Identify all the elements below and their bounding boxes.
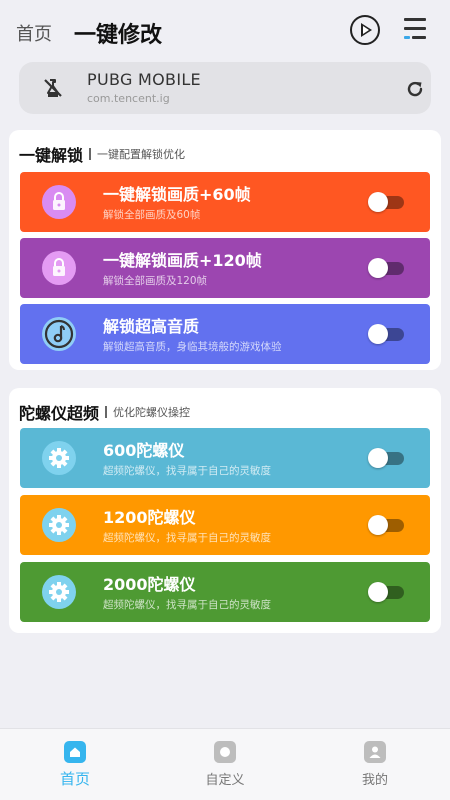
back-home-link[interactable]: 首页 bbox=[16, 20, 52, 46]
toggle-switch[interactable] bbox=[368, 448, 406, 468]
no-network-icon bbox=[44, 79, 62, 97]
gyroscope-section: 陀螺仪超频 优化陀螺仪操控 600陀螺仪 超频陀螺仪，找寻属于自己的灵敏度 120… bbox=[9, 388, 441, 633]
app-card[interactable]: PUBG MOBILE com.tencent.ig bbox=[19, 62, 431, 114]
row-title: 解锁超高音质 bbox=[103, 317, 200, 336]
lock-icon bbox=[42, 185, 76, 219]
section-header: 陀螺仪超频 优化陀螺仪操控 bbox=[19, 400, 191, 423]
profile-icon bbox=[364, 741, 386, 763]
gear-icon bbox=[42, 441, 76, 475]
section-header: 一键解锁 一键配置解锁优化 bbox=[19, 142, 186, 165]
top-bar: 首页 一键修改 bbox=[0, 0, 450, 62]
nav-custom[interactable]: 自定义 bbox=[185, 741, 265, 797]
row-subtitle: 超频陀螺仪，找寻属于自己的灵敏度 bbox=[103, 465, 271, 477]
row-title: 600陀螺仪 bbox=[103, 441, 185, 460]
toggle-switch[interactable] bbox=[368, 192, 406, 212]
toggle-switch[interactable] bbox=[368, 515, 406, 535]
row-gyro-2000[interactable]: 2000陀螺仪 超频陀螺仪，找寻属于自己的灵敏度 bbox=[20, 562, 430, 622]
toggle-switch[interactable] bbox=[368, 582, 406, 602]
section-divider bbox=[105, 406, 108, 418]
row-gyro-1200[interactable]: 1200陀螺仪 超频陀螺仪，找寻属于自己的灵敏度 bbox=[20, 495, 430, 555]
section-title: 陀螺仪超频 bbox=[19, 404, 100, 423]
play-icon[interactable] bbox=[350, 15, 380, 45]
row-subtitle: 解锁全部画质及120帧 bbox=[103, 275, 208, 287]
row-title: 一键解锁画质+60帧 bbox=[103, 185, 251, 204]
unlock-section: 一键解锁 一键配置解锁优化 一键解锁画质+60帧 解锁全部画质及60帧 一键解锁画… bbox=[9, 130, 441, 370]
custom-icon bbox=[214, 741, 236, 763]
page-title: 一键修改 bbox=[74, 23, 163, 48]
music-icon bbox=[42, 317, 76, 351]
row-title: 1200陀螺仪 bbox=[103, 508, 196, 527]
menu-icon[interactable] bbox=[404, 18, 426, 40]
section-title: 一键解锁 bbox=[19, 146, 84, 165]
nav-profile[interactable]: 我的 bbox=[335, 741, 415, 797]
gear-icon bbox=[42, 508, 76, 542]
section-subtitle: 一键配置解锁优化 bbox=[97, 148, 186, 161]
row-subtitle: 解锁全部画质及60帧 bbox=[103, 209, 201, 221]
section-subtitle: 优化陀螺仪操控 bbox=[113, 406, 191, 419]
toggle-switch[interactable] bbox=[368, 258, 406, 278]
row-hi-fi-audio[interactable]: 解锁超高音质 解锁超高音质，身临其境般的游戏体验 bbox=[20, 304, 430, 364]
nav-label: 首页 bbox=[59, 770, 90, 788]
row-title: 2000陀螺仪 bbox=[103, 575, 196, 594]
row-title: 一键解锁画质+120帧 bbox=[103, 251, 262, 270]
home-icon bbox=[64, 741, 86, 763]
row-unlock-120fps[interactable]: 一键解锁画质+120帧 解锁全部画质及120帧 bbox=[20, 238, 430, 298]
section-divider bbox=[89, 148, 92, 160]
app-package: com.tencent.ig bbox=[87, 92, 170, 105]
toggle-switch[interactable] bbox=[368, 324, 406, 344]
app-name: PUBG MOBILE bbox=[87, 70, 201, 89]
row-unlock-60fps[interactable]: 一键解锁画质+60帧 解锁全部画质及60帧 bbox=[20, 172, 430, 232]
row-subtitle: 超频陀螺仪，找寻属于自己的灵敏度 bbox=[103, 599, 271, 611]
row-subtitle: 解锁超高音质，身临其境般的游戏体验 bbox=[103, 341, 282, 353]
bottom-nav: 首页 自定义 我的 bbox=[0, 728, 450, 800]
row-gyro-600[interactable]: 600陀螺仪 超频陀螺仪，找寻属于自己的灵敏度 bbox=[20, 428, 430, 488]
nav-label: 我的 bbox=[361, 773, 388, 788]
lock-icon bbox=[42, 251, 76, 285]
nav-home[interactable]: 首页 bbox=[35, 741, 115, 797]
refresh-icon[interactable] bbox=[403, 77, 427, 101]
nav-label: 自定义 bbox=[205, 773, 245, 788]
gear-icon bbox=[42, 575, 76, 609]
row-subtitle: 超频陀螺仪，找寻属于自己的灵敏度 bbox=[103, 532, 271, 544]
